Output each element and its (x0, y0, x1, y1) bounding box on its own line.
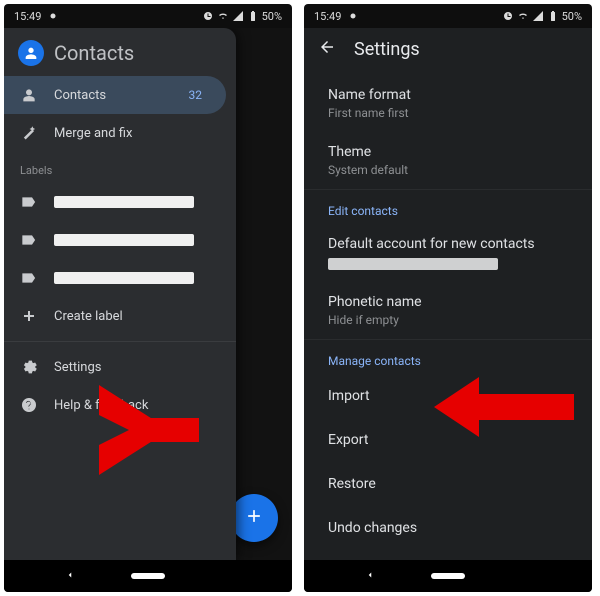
row-phonetic[interactable]: Phonetic name Hide if empty (304, 282, 592, 340)
row-default-account[interactable]: Default account for new contacts (304, 224, 592, 282)
row-title: Phonetic name (328, 294, 568, 310)
nav-label: Merge and fix (54, 126, 132, 141)
person-icon (20, 86, 38, 104)
status-battery-pct: 50% (262, 10, 282, 23)
nav-back-icon[interactable] (365, 569, 375, 584)
plus-icon (20, 307, 38, 325)
row-subtitle: Hide if empty (328, 313, 568, 327)
nav-count: 32 (189, 88, 211, 102)
system-nav-bar (4, 560, 292, 592)
status-time: 15:49 (314, 10, 341, 23)
subheader-edit-contacts: Edit contacts (304, 190, 592, 224)
gear-icon (20, 358, 38, 376)
contacts-logo-icon (18, 40, 44, 66)
annotation-arrow-import (424, 372, 574, 442)
signal-icon (532, 10, 544, 22)
alarm-icon (502, 10, 514, 22)
settings-list: Name format First name first Theme Syste… (304, 75, 592, 560)
subheader-manage-contacts: Manage contacts (304, 340, 592, 374)
battery-icon (547, 10, 559, 22)
status-time: 15:49 (14, 10, 41, 23)
alarm-icon (202, 10, 214, 22)
label-text-redacted (54, 234, 194, 246)
label-icon (20, 193, 38, 211)
row-blocked-numbers[interactable]: Blocked numbers (304, 550, 592, 560)
annotation-arrow-settings (74, 370, 204, 500)
nav-item-merge[interactable]: Merge and fix (4, 114, 236, 152)
fab-new-contact[interactable] (230, 494, 278, 542)
row-undo-changes[interactable]: Undo changes (304, 506, 592, 550)
row-name-format[interactable]: Name format First name first (304, 75, 592, 132)
phone-left: 15:49 50% Contacts Contacts (4, 4, 292, 592)
row-subtitle: System default (328, 163, 568, 177)
phone-right: 15:49 50% Settings Name format First nam… (304, 4, 592, 592)
back-button[interactable] (318, 38, 336, 61)
nav-label: Create label (54, 309, 123, 324)
appbar: Settings (304, 28, 592, 75)
label-text-redacted (54, 272, 194, 284)
label-text-redacted (54, 196, 194, 208)
notification-dot-icon (347, 10, 359, 22)
nav-item-contacts[interactable]: Contacts 32 (4, 76, 226, 114)
status-battery-pct: 50% (562, 10, 582, 23)
wifi-icon (217, 10, 229, 22)
wand-icon (20, 124, 38, 142)
battery-icon (247, 10, 259, 22)
plus-icon (244, 506, 264, 530)
signal-icon (232, 10, 244, 22)
labels-header: Labels (4, 152, 236, 183)
row-subtitle: First name first (328, 106, 568, 120)
nav-home-pill[interactable] (431, 573, 465, 579)
divider (4, 341, 236, 342)
status-bar: 15:49 50% (4, 4, 292, 28)
label-icon (20, 269, 38, 287)
account-value-redacted (328, 258, 498, 270)
system-nav-bar (304, 560, 592, 592)
nav-home-pill[interactable] (131, 573, 165, 579)
label-item[interactable] (4, 221, 236, 259)
app-title: Contacts (54, 41, 134, 65)
status-bar: 15:49 50% (304, 4, 592, 28)
row-restore[interactable]: Restore (304, 462, 592, 506)
row-title: Name format (328, 87, 568, 103)
row-title: Theme (328, 144, 568, 160)
nav-label: Contacts (54, 88, 106, 103)
drawer-header: Contacts (4, 28, 236, 76)
nav-back-icon[interactable] (65, 569, 75, 584)
nav-item-create-label[interactable]: Create label (4, 297, 236, 335)
row-theme[interactable]: Theme System default (304, 132, 592, 190)
settings-screen: Settings Name format First name first Th… (304, 28, 592, 560)
wifi-icon (517, 10, 529, 22)
label-icon (20, 231, 38, 249)
notification-dot-icon (47, 10, 59, 22)
page-title: Settings (354, 39, 420, 60)
row-title: Default account for new contacts (328, 236, 568, 252)
label-item[interactable] (4, 183, 236, 221)
label-item[interactable] (4, 259, 236, 297)
help-icon (20, 396, 38, 414)
